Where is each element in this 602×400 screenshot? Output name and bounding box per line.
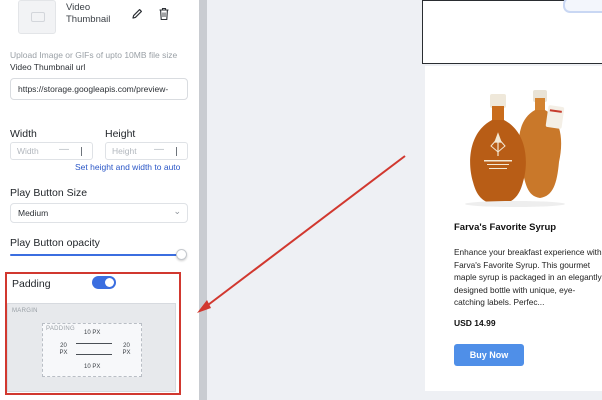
width-unit-separator: — — [59, 144, 69, 155]
frame-pill — [563, 0, 602, 13]
opacity-label: Play Button opacity — [10, 237, 100, 249]
trash-icon[interactable] — [158, 7, 170, 21]
image-icon — [31, 12, 45, 22]
width-input[interactable]: Width — — [10, 142, 93, 160]
width-cursor — [81, 147, 82, 156]
panel-divider[interactable] — [199, 0, 207, 400]
play-size-label: Play Button Size — [10, 187, 88, 199]
thumbnail-url-label: Video Thumbnail url — [10, 62, 86, 72]
play-size-value: Medium — [18, 208, 49, 218]
product-card: Farva's Favorite Syrup Enhance your brea… — [425, 66, 602, 391]
upload-hint: Upload Image or GIFs of upto 10MB file s… — [10, 50, 178, 60]
thumbnail-name: Video Thumbnail — [66, 2, 111, 25]
chevron-down-icon: ⌄ — [173, 206, 181, 216]
height-unit-separator: — — [154, 144, 164, 155]
height-input[interactable]: Height — — [105, 142, 188, 160]
opacity-slider-track[interactable] — [10, 254, 182, 256]
product-title: Farva's Favorite Syrup — [454, 222, 557, 233]
buy-now-button[interactable]: Buy Now — [454, 344, 524, 366]
width-label: Width — [10, 128, 37, 140]
width-placeholder: Width — [17, 146, 39, 156]
thumbnail-url-input[interactable]: https://storage.googleapis.com/preview- — [10, 78, 188, 100]
product-image — [465, 90, 565, 207]
height-placeholder: Height — [112, 146, 137, 156]
product-price: USD 14.99 — [454, 318, 496, 328]
play-size-select[interactable]: Medium ⌄ — [10, 203, 188, 223]
auto-size-link[interactable]: Set height and width to auto — [75, 162, 180, 172]
video-frame — [422, 0, 602, 64]
thumbnail-preview[interactable] — [18, 0, 56, 34]
settings-panel: Video Thumbnail Upload Image or GIFs of … — [0, 0, 199, 400]
height-label: Height — [105, 128, 136, 140]
padding-highlight-box — [5, 272, 181, 395]
pencil-icon[interactable] — [130, 7, 144, 21]
height-cursor — [176, 147, 177, 156]
opacity-slider-thumb[interactable] — [176, 249, 187, 260]
product-description: Enhance your breakfast experience with F… — [454, 247, 602, 307]
